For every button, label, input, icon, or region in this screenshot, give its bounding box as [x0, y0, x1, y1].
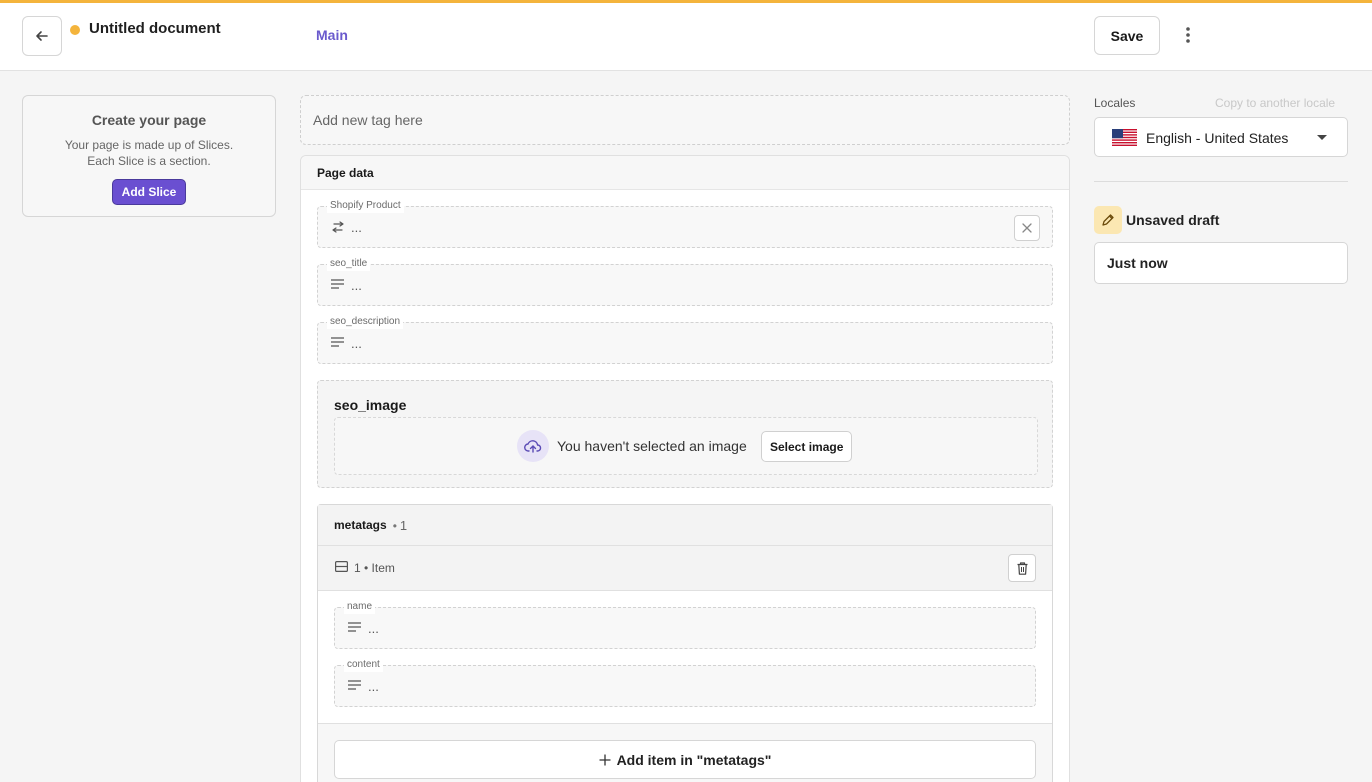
create-page-title: Create your page	[91, 112, 207, 128]
copy-locale-link[interactable]: Copy to another locale	[1215, 96, 1335, 110]
locale-value: English - United States	[1146, 130, 1289, 146]
add-slice-button[interactable]: Add Slice	[111, 179, 187, 205]
item-header: 1 • Item	[318, 546, 1052, 591]
delete-item-button[interactable]	[1008, 554, 1036, 582]
image-dropzone[interactable]: You haven't selected an image Select ima…	[334, 417, 1038, 475]
field-value: ...	[351, 220, 362, 235]
field-label: seo_description	[327, 315, 404, 329]
seo-image-title: seo_image	[334, 397, 407, 413]
description-line: Each Slice is a section.	[87, 154, 211, 168]
description-line: Your page is made up of Slices.	[64, 138, 234, 152]
field-value: ...	[368, 679, 379, 694]
header: Untitled document Main Save	[0, 3, 1372, 71]
add-item-label: Add item in "metatags"	[616, 751, 772, 768]
upload-cloud-icon	[517, 430, 549, 462]
create-page-card: Create your page Your page is made up of…	[22, 95, 276, 217]
sidebar-divider	[1094, 181, 1348, 182]
branch-link[interactable]: Main	[316, 27, 348, 43]
no-image-text: You haven't selected an image	[557, 438, 747, 454]
select-image-button[interactable]: Select image	[761, 431, 853, 462]
locales-label: Locales	[1094, 96, 1136, 110]
create-page-description: Your page is made up of Slices. Each Sli…	[23, 137, 275, 169]
count-separator: •	[392, 518, 397, 533]
integration-icon	[332, 221, 344, 233]
caret-down-icon	[1317, 135, 1327, 140]
field-label: content	[344, 658, 383, 672]
seo-title-field[interactable]: seo_title ...	[317, 257, 1053, 306]
field-label: Shopify Product	[327, 199, 404, 213]
document-title: Untitled document	[89, 20, 221, 37]
shopify-product-field[interactable]: Shopify Product ...	[317, 199, 1053, 248]
item-label: 1 • Item	[354, 561, 395, 575]
seo-image-block: seo_image You haven't selected an image …	[317, 380, 1053, 488]
text-icon	[348, 680, 361, 690]
metatags-count: • 1	[393, 518, 407, 533]
arrow-left-icon	[36, 31, 48, 41]
field-value: ...	[351, 278, 362, 293]
count-value: 1	[399, 517, 408, 533]
draft-timestamp: Just now	[1094, 242, 1348, 284]
seo-description-field[interactable]: seo_description ...	[317, 315, 1053, 364]
more-vertical-icon	[1186, 27, 1190, 43]
status-dot	[70, 25, 80, 35]
plus-icon	[599, 754, 611, 765]
page-data-panel: Page data Shopify Product ... seo_title …	[300, 155, 1070, 782]
clear-button[interactable]	[1014, 215, 1040, 241]
page-data-title: Page data	[301, 156, 1069, 190]
text-icon	[348, 622, 361, 632]
back-button[interactable]	[22, 16, 62, 56]
field-value: ...	[351, 336, 362, 351]
us-flag-icon	[1112, 129, 1137, 146]
pencil-icon	[1094, 206, 1122, 234]
draft-status-label: Unsaved draft	[1126, 212, 1220, 228]
field-value: ...	[368, 621, 379, 636]
save-button[interactable]: Save	[1094, 16, 1160, 55]
name-field[interactable]: name ...	[334, 600, 1036, 649]
more-button[interactable]	[1174, 19, 1202, 51]
locale-select[interactable]: English - United States	[1094, 117, 1348, 157]
trash-icon	[1017, 561, 1027, 575]
text-icon	[331, 337, 344, 347]
tag-input[interactable]: Add new tag here	[300, 95, 1070, 145]
item-body: name ... content ...	[318, 591, 1052, 724]
repeatable-item-icon	[335, 561, 348, 572]
metatags-title: metatags	[334, 518, 387, 532]
add-item-button[interactable]: Add item in "metatags"	[334, 740, 1036, 779]
content-field[interactable]: content ...	[334, 658, 1036, 707]
metatags-group: metatags • 1 1 • Item name ... content ..…	[317, 504, 1053, 782]
metatags-header: metatags • 1	[318, 505, 1052, 546]
close-icon	[1022, 223, 1032, 233]
field-label: seo_title	[327, 257, 371, 271]
field-label: name	[344, 600, 376, 614]
text-icon	[331, 279, 344, 289]
